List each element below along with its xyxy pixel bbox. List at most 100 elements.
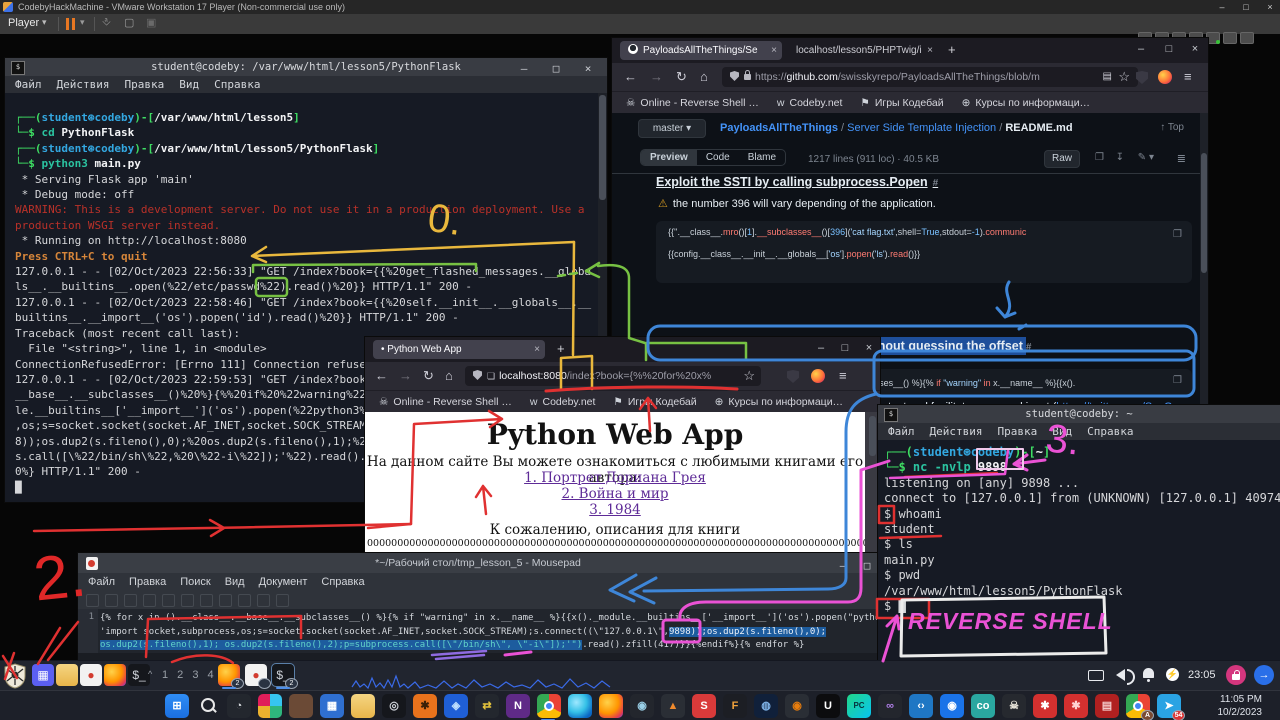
- extension-icon[interactable]: [1158, 70, 1172, 84]
- tab-blame[interactable]: Blame: [739, 150, 785, 165]
- star-icon[interactable]: ☆: [743, 366, 755, 386]
- tab-localhost-phptwig[interactable]: localhost/lesson5/PHPTwig/i ×: [788, 41, 938, 60]
- volume-icon[interactable]: [1116, 669, 1125, 681]
- bookmark-kursy-po-informacii[interactable]: ⊕Курсы по информаци…: [715, 396, 843, 408]
- camera-dark-icon[interactable]: ◍: [754, 694, 778, 718]
- paste-icon[interactable]: [257, 594, 270, 607]
- open-icon[interactable]: [105, 594, 118, 607]
- bookmark-codeby-net[interactable]: wCodeby.net: [530, 396, 596, 408]
- mousepad-launcher-icon[interactable]: ●: [80, 664, 102, 686]
- copy-code-icon[interactable]: ❐: [1173, 375, 1182, 386]
- menu-icon[interactable]: ≡: [1184, 69, 1192, 84]
- player-menu[interactable]: Player: [8, 17, 39, 29]
- cut-icon[interactable]: [219, 594, 232, 607]
- tab-code[interactable]: Code: [697, 150, 739, 165]
- back-to-top-link[interactable]: ↑ Top: [1160, 122, 1184, 133]
- extension-icon[interactable]: [811, 369, 825, 383]
- terminal-launcher-icon[interactable]: $_: [128, 664, 150, 686]
- tab-python-web-app[interactable]: • Python Web App ×: [373, 340, 545, 359]
- branch-button[interactable]: master ▾: [638, 119, 706, 138]
- firefox-window-icon[interactable]: 2: [218, 664, 240, 686]
- pycharm-icon[interactable]: PC: [847, 694, 871, 718]
- kali-spider-logo-icon[interactable]: [3, 663, 27, 689]
- tab-preview[interactable]: Preview: [641, 150, 697, 165]
- download-icon[interactable]: ↧: [1116, 152, 1124, 163]
- close-button[interactable]: ×: [862, 342, 876, 354]
- settings-box-icon[interactable]: ✱: [413, 694, 437, 718]
- save-as-icon[interactable]: [143, 594, 156, 607]
- maximize-button[interactable]: □: [1162, 43, 1176, 55]
- forward-icon[interactable]: →: [650, 69, 663, 84]
- vmware-close-button[interactable]: ×: [1264, 0, 1276, 14]
- book-link[interactable]: 3. 1984: [365, 502, 865, 518]
- menu-item[interactable]: Документ: [259, 576, 308, 588]
- carrot-icon[interactable]: ▲: [661, 694, 685, 718]
- show-more-icon[interactable]: ^: [148, 669, 152, 679]
- pocket-extension-icon[interactable]: [787, 370, 799, 383]
- vmware-minimize-button[interactable]: –: [1216, 0, 1228, 14]
- visual-studio-icon[interactable]: ∞: [878, 694, 902, 718]
- minimize-button[interactable]: –: [814, 342, 828, 354]
- gear-red-2-icon[interactable]: ✱: [1064, 694, 1088, 718]
- tracking-shield-icon[interactable]: [730, 71, 739, 81]
- terminal-output[interactable]: ┌──(student⊛codeby)-[~]└─$ nc -nvlp 9898…: [878, 440, 1280, 660]
- workspace-switcher[interactable]: 1 2 3 4: [162, 669, 217, 681]
- photos-icon[interactable]: [289, 694, 313, 718]
- minimize-button[interactable]: –: [1134, 43, 1148, 55]
- breadcrumb-repo[interactable]: PayloadsAllTheThings: [720, 122, 838, 134]
- onenote-icon[interactable]: N: [506, 694, 530, 718]
- slack-icon[interactable]: [258, 694, 282, 718]
- chrome-icon[interactable]: [537, 694, 561, 718]
- screens-red-icon[interactable]: ▤: [1095, 694, 1119, 718]
- skull-dark-icon[interactable]: ☠: [1002, 694, 1026, 718]
- forward-icon[interactable]: →: [399, 368, 412, 383]
- notification-bell-icon[interactable]: [1143, 668, 1154, 678]
- pause-caret-icon[interactable]: ▾: [80, 17, 85, 28]
- book-link[interactable]: 1. Портрет Дориана Грея: [365, 470, 865, 486]
- fullscreen-icon[interactable]: ▢: [124, 16, 134, 29]
- find-icon[interactable]: [276, 594, 289, 607]
- menu-item[interactable]: Правка: [129, 576, 166, 588]
- device-sound-icon[interactable]: [1223, 32, 1237, 44]
- bookmark-igry-kodebay[interactable]: ⚑Игры Кодебай: [613, 396, 696, 408]
- calendar-icon[interactable]: ▦: [320, 694, 344, 718]
- home-icon[interactable]: ⌂: [700, 69, 708, 84]
- terminal-window-icon[interactable]: $_2: [272, 664, 294, 686]
- menu-item[interactable]: Справка: [1087, 425, 1133, 438]
- back-icon[interactable]: ←: [624, 69, 637, 84]
- windows-clock[interactable]: 11:05 PM 10/2/2023: [1218, 693, 1263, 719]
- telegram-icon[interactable]: ➤54: [1157, 694, 1181, 718]
- menu-item[interactable]: Действия: [930, 425, 983, 438]
- maximize-button[interactable]: □: [838, 342, 852, 354]
- power-icon[interactable]: ⚡: [1166, 668, 1179, 681]
- firefox-icon[interactable]: [599, 694, 623, 718]
- url-bar[interactable]: https://github.com/swisskyrepo/PayloadsA…: [722, 67, 1138, 87]
- reload-icon[interactable]: ↻: [423, 368, 434, 384]
- menu-item[interactable]: Вид: [179, 78, 199, 91]
- reader-icon[interactable]: ▤: [1103, 67, 1112, 87]
- bookmark-online-reverse-shell[interactable]: ☠Online - Reverse Shell …: [626, 97, 759, 109]
- save-icon[interactable]: [124, 594, 137, 607]
- search-icon[interactable]: [196, 694, 220, 718]
- outline-icon[interactable]: ≣: [1177, 152, 1186, 165]
- vmware-maximize-button[interactable]: □: [1240, 0, 1252, 14]
- app-grid-icon[interactable]: ▦: [32, 664, 54, 686]
- terminal-titlebar[interactable]: $ student@codeby: ~: [878, 405, 1280, 423]
- raw-button[interactable]: Raw: [1044, 150, 1080, 168]
- breadcrumb-path[interactable]: Server Side Template Injection: [847, 122, 996, 134]
- menu-item[interactable]: Файл: [15, 78, 42, 91]
- device-printer-icon[interactable]: [1240, 32, 1254, 44]
- firefox-launcher-icon[interactable]: [104, 664, 126, 686]
- menu-item[interactable]: Файл: [88, 576, 115, 588]
- fusion-icon[interactable]: F: [723, 694, 747, 718]
- undo-icon[interactable]: [181, 594, 194, 607]
- mousepad-titlebar[interactable]: *~/Рабочий стол/tmp_lesson_5 - Mousepad …: [78, 553, 878, 573]
- menu-item[interactable]: Файл: [888, 425, 915, 438]
- new-tab-button[interactable]: +: [948, 42, 956, 57]
- gauge-icon[interactable]: ◔: [227, 694, 251, 718]
- arrows-yellow-icon[interactable]: ⇄: [475, 694, 499, 718]
- tab-payloadsallthethings[interactable]: PayloadsAllTheThings/Se ×: [620, 41, 782, 60]
- close-button[interactable]: ×: [1188, 43, 1202, 55]
- device-display-icon[interactable]: [1206, 32, 1220, 44]
- pause-vm-icon[interactable]: [66, 18, 76, 30]
